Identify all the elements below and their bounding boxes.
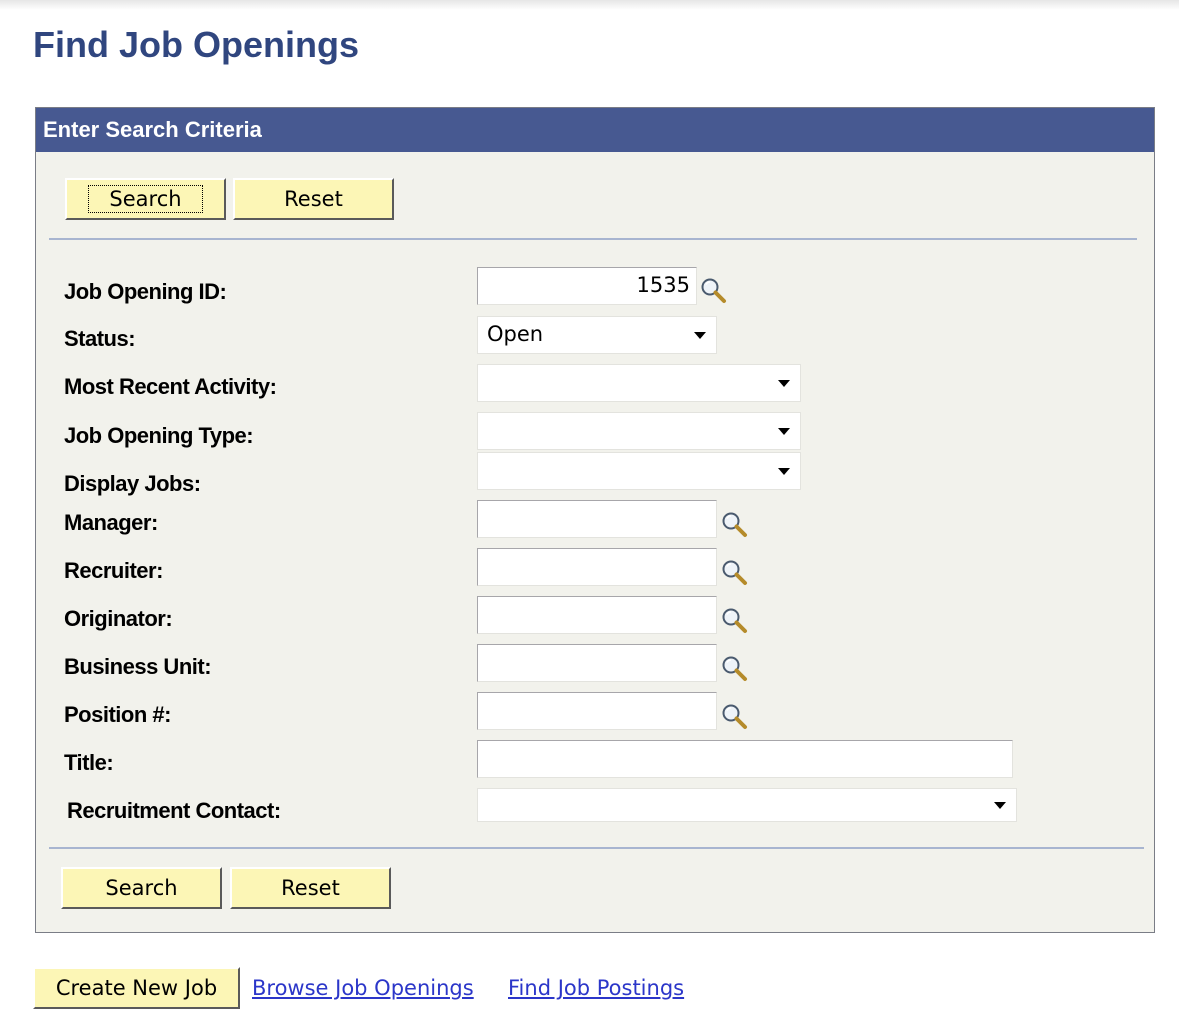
chevron-down-icon — [994, 802, 1006, 809]
position-lookup-icon[interactable] — [720, 702, 750, 732]
browse-job-openings-link[interactable]: Browse Job Openings — [252, 976, 474, 1000]
page-title: Find Job Openings — [33, 24, 359, 65]
business-unit-input[interactable] — [477, 644, 717, 682]
chevron-down-icon — [778, 428, 790, 435]
originator-lookup-icon[interactable] — [720, 606, 750, 636]
chevron-down-icon — [778, 380, 790, 387]
chevron-down-icon — [694, 332, 706, 339]
title-label: Title: — [64, 750, 114, 775]
status-select[interactable]: Open — [477, 316, 717, 354]
reset-button-top[interactable]: Reset — [233, 178, 394, 220]
search-criteria-header: Enter Search Criteria — [36, 108, 1154, 152]
top-strip — [0, 0, 1179, 10]
status-label: Status: — [64, 326, 136, 351]
display-jobs-select[interactable] — [477, 452, 801, 490]
recruiter-input[interactable] — [477, 548, 717, 586]
most-recent-activity-select[interactable] — [477, 364, 801, 402]
display-jobs-label: Display Jobs: — [64, 471, 201, 496]
business-unit-label: Business Unit: — [64, 654, 212, 679]
job-opening-id-input[interactable]: 1535 — [477, 267, 697, 305]
recruiter-label: Recruiter: — [64, 558, 163, 583]
job-opening-id-lookup-icon[interactable] — [699, 276, 729, 306]
search-button-top[interactable]: Search — [65, 178, 226, 220]
create-new-job-label: Create New Job — [55, 976, 218, 1000]
top-divider — [49, 238, 1137, 240]
search-button-top-label: Search — [88, 185, 203, 213]
job-opening-id-label: Job Opening ID: — [64, 279, 227, 304]
reset-button-top-label: Reset — [284, 187, 343, 211]
manager-lookup-icon[interactable] — [720, 510, 750, 540]
chevron-down-icon — [778, 468, 790, 475]
manager-label: Manager: — [64, 510, 158, 535]
recruitment-contact-label: Recruitment Contact: — [67, 798, 281, 823]
search-button-bottom-label: Search — [105, 876, 178, 900]
job-opening-type-label: Job Opening Type: — [64, 423, 254, 448]
find-job-postings-link[interactable]: Find Job Postings — [508, 976, 684, 1000]
originator-input[interactable] — [477, 596, 717, 634]
recruitment-contact-select[interactable] — [477, 788, 1017, 822]
bottom-divider — [49, 847, 1144, 849]
reset-button-bottom-label: Reset — [281, 876, 340, 900]
title-input[interactable] — [477, 740, 1013, 778]
manager-input[interactable] — [477, 500, 717, 538]
reset-button-bottom[interactable]: Reset — [230, 867, 391, 909]
job-opening-type-select[interactable] — [477, 412, 801, 450]
status-select-value: Open — [487, 322, 544, 346]
position-label: Position #: — [64, 702, 171, 727]
search-button-bottom[interactable]: Search — [61, 867, 222, 909]
most-recent-activity-label: Most Recent Activity: — [64, 374, 277, 399]
recruiter-lookup-icon[interactable] — [720, 558, 750, 588]
create-new-job-button[interactable]: Create New Job — [33, 967, 240, 1009]
business-unit-lookup-icon[interactable] — [720, 654, 750, 684]
originator-label: Originator: — [64, 606, 173, 631]
position-input[interactable] — [477, 692, 717, 730]
